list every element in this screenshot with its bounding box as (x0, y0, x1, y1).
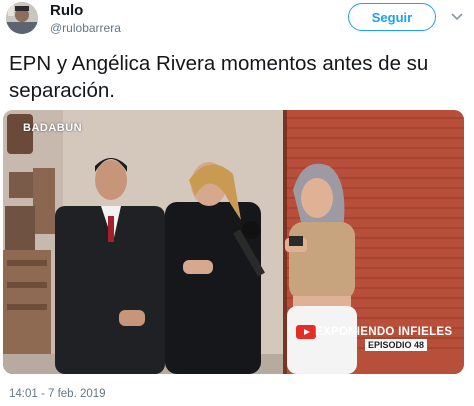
user-avatar[interactable] (6, 2, 38, 34)
author-name[interactable]: Rulo (50, 2, 83, 19)
media-watermark: BADABUN (23, 122, 83, 134)
youtube-play-icon (296, 325, 316, 339)
follow-button[interactable]: Seguir (348, 3, 436, 31)
tweet-timestamp[interactable]: 14:01 - 7 feb. 2019 (9, 388, 106, 400)
chevron-down-icon[interactable] (451, 13, 463, 21)
tweet-media[interactable]: BADABUN EXPONIENDO INFIELES EPISODIO 48 (3, 110, 464, 374)
show-title: EXPONIENDO INFIELES (315, 326, 453, 338)
author-handle[interactable]: @rulobarrera (50, 21, 121, 35)
tweet-text: EPN y Angélica Rivera momentos antes de … (9, 52, 429, 102)
episode-tag: EPISODIO 48 (365, 339, 428, 351)
avatar-image (6, 2, 38, 34)
